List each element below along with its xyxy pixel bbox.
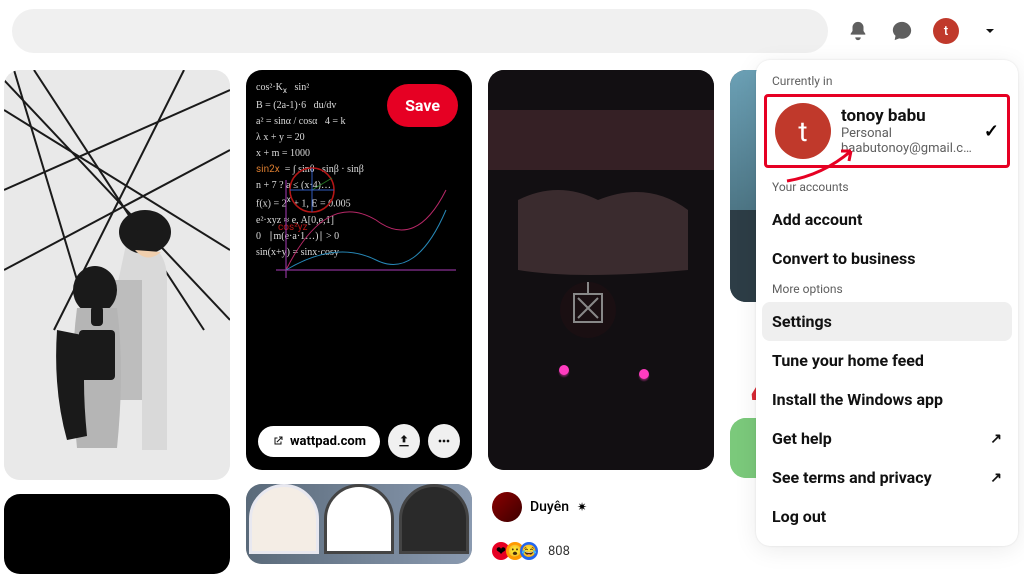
uploader-avatar [492, 492, 522, 522]
avatar-icon: t [933, 18, 959, 44]
pin-footer: wattpad.com [258, 424, 460, 458]
current-account-card[interactable]: t tonoy babu Personal baabutonoy@gmail.c… [764, 94, 1010, 168]
reactions-count: 808 [548, 544, 570, 559]
account-menu: Currently in t tonoy babu Personal baabu… [756, 60, 1018, 546]
pin-art [488, 70, 714, 470]
verified-icon: ✷ [577, 500, 587, 514]
notifications-button[interactable] [836, 9, 880, 53]
pin-couple-illustration[interactable] [4, 70, 230, 480]
external-link-icon [272, 435, 284, 447]
menu-section-label: More options [762, 278, 1012, 302]
account-menu-button[interactable] [968, 9, 1012, 53]
menu-section-label: Your accounts [762, 176, 1012, 200]
pin-video-anime[interactable]: 0:15 [488, 70, 714, 470]
account-name: tonoy babu [841, 106, 974, 126]
menu-settings[interactable]: Settings [762, 302, 1012, 341]
account-email: baabutonoy@gmail.com [841, 141, 974, 156]
account-type: Personal [841, 126, 974, 141]
check-icon: ✓ [984, 121, 999, 142]
menu-convert-business[interactable]: Convert to business [762, 239, 1012, 278]
account-info: tonoy babu Personal baabutonoy@gmail.com [841, 106, 974, 156]
pin-art-figures [17, 180, 217, 480]
save-button[interactable]: Save [387, 84, 458, 127]
pin-uploader-row[interactable]: Duyên ✷ [488, 490, 714, 524]
menu-section-label: Currently in [762, 70, 1012, 94]
reaction-icons: ❤ 😮 😂 [492, 542, 538, 560]
menu-add-account[interactable]: Add account [762, 200, 1012, 239]
source-domain: wattpad.com [290, 434, 366, 449]
pin-black-card[interactable] [4, 494, 230, 574]
uploader-name: Duyên [530, 499, 569, 515]
bell-icon [847, 20, 869, 42]
pin-math-blackboard[interactable]: cos²·Kx sin² B = (2a-1)·6 du/dv a² = sin… [246, 70, 472, 470]
pin-art-formulae: cos²·Kx sin² B = (2a-1)·6 du/dv a² = sin… [256, 80, 462, 460]
share-button[interactable] [388, 424, 420, 458]
search-bar[interactable] [12, 9, 828, 53]
messages-button[interactable] [880, 9, 924, 53]
reactions-row[interactable]: ❤ 😮 😂 808 [488, 542, 714, 560]
external-icon: ↗ [990, 431, 1002, 447]
share-icon [396, 433, 412, 449]
menu-install-app[interactable]: Install the Windows app [762, 380, 1012, 419]
pin-art [246, 484, 472, 564]
external-icon: ↗ [990, 470, 1002, 486]
top-bar: t [0, 0, 1024, 62]
menu-terms-privacy[interactable]: See terms and privacy↗ [762, 458, 1012, 497]
svg-text:cos²yz: cos²yz [278, 222, 307, 233]
chevron-down-icon [982, 23, 998, 39]
menu-tune-feed[interactable]: Tune your home feed [762, 341, 1012, 380]
dots-icon [436, 433, 452, 449]
profile-button[interactable]: t [924, 9, 968, 53]
menu-get-help[interactable]: Get help↗ [762, 419, 1012, 458]
account-avatar: t [775, 103, 831, 159]
source-link-chip[interactable]: wattpad.com [258, 426, 380, 457]
more-button[interactable] [428, 424, 460, 458]
pin-anime-strip[interactable] [246, 484, 472, 564]
menu-logout[interactable]: Log out [762, 497, 1012, 536]
chat-icon [891, 20, 913, 42]
